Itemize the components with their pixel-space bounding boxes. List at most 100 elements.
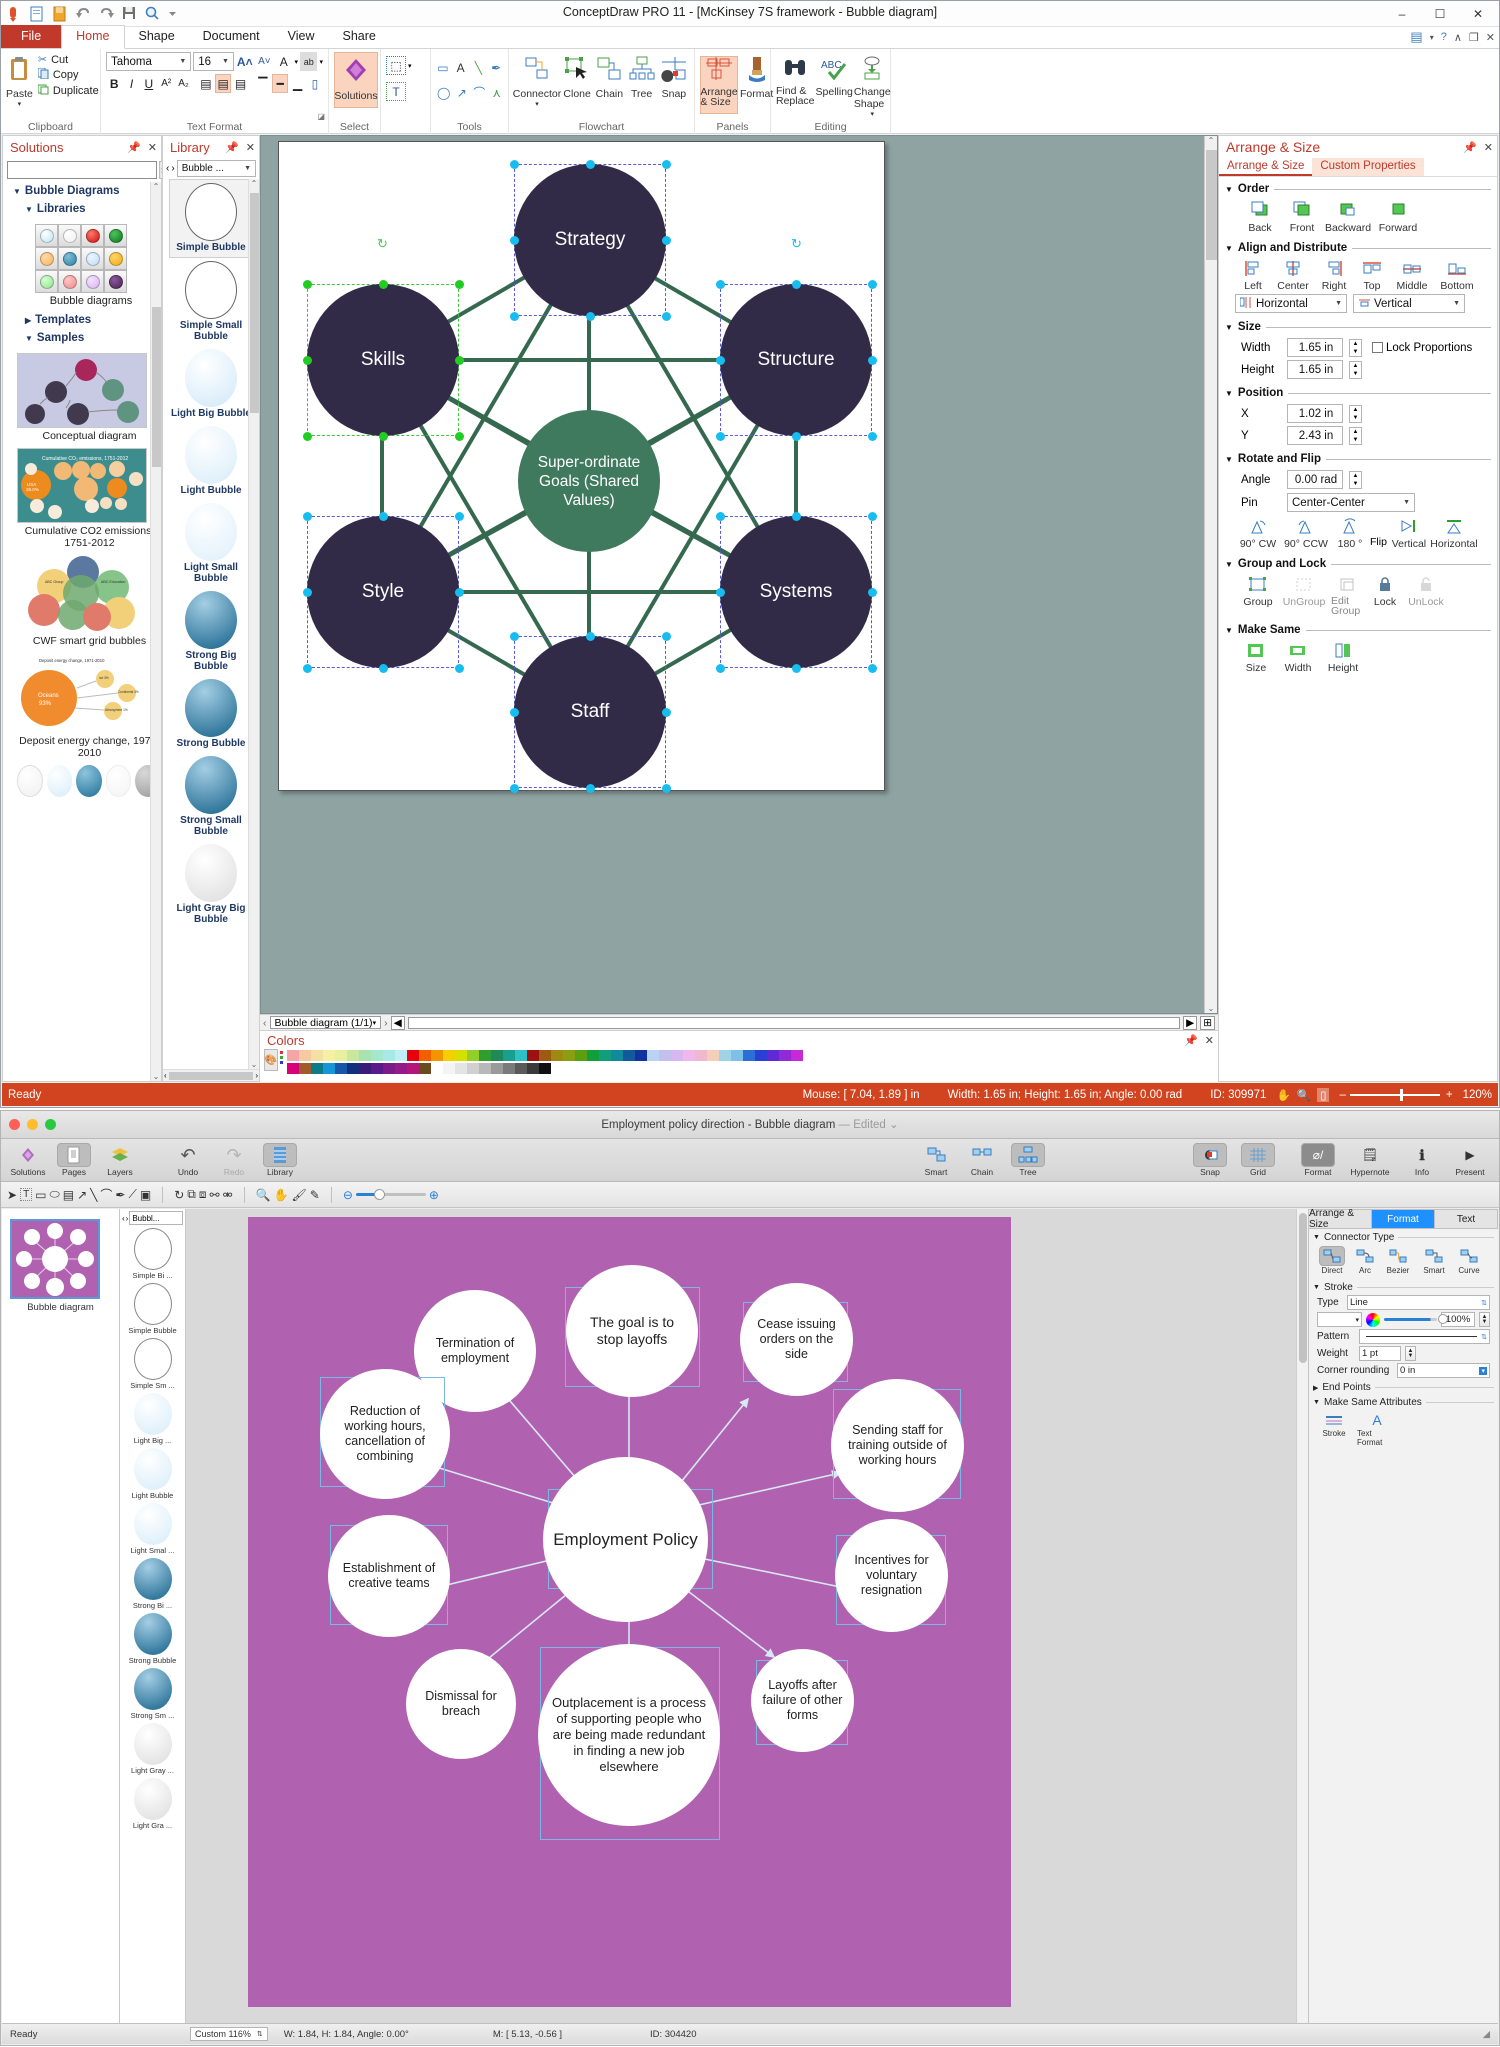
color-swatch[interactable] <box>623 1050 635 1061</box>
rotate-90cw-button[interactable]: 90° CW <box>1237 518 1279 550</box>
color-swatch[interactable] <box>755 1050 767 1061</box>
pin-icon[interactable]: 📌 <box>225 141 239 154</box>
close-button[interactable]: ✕ <box>1459 1 1497 27</box>
paste-button[interactable]: Paste ▾ <box>6 52 33 108</box>
disconnect-tool-icon[interactable]: ⚮ <box>223 1188 233 1202</box>
toolbar-smart[interactable]: Smart <box>913 1143 959 1177</box>
x-input[interactable]: 1.02 in <box>1287 404 1343 423</box>
chevron-down-icon[interactable]: ▾ <box>373 1019 377 1027</box>
align-right-icon[interactable]: ▤ <box>232 74 248 93</box>
solutions-scrollbar[interactable]: ⌃ ⌄ <box>150 182 161 1081</box>
resize-handle[interactable] <box>868 588 877 597</box>
section-header-align[interactable]: ▼ Align and Distribute <box>1225 242 1491 254</box>
connector-direct-button[interactable]: Direct <box>1315 1246 1349 1275</box>
rotate-handle-skills[interactable]: ↻ <box>377 236 388 252</box>
color-swatch[interactable] <box>431 1063 443 1074</box>
resize-handle[interactable] <box>586 632 595 641</box>
x-stepper[interactable]: ▲ ▼ <box>1349 404 1362 423</box>
mac-canvas-scrollbar[interactable] <box>1296 1209 1308 2023</box>
swatch-cell[interactable] <box>58 224 81 247</box>
zoom-slider[interactable] <box>355 1189 426 1200</box>
chevron-down-icon[interactable]: ▼ <box>220 58 231 65</box>
color-swatch[interactable] <box>395 1050 407 1061</box>
close-icon[interactable]: ✕ <box>148 141 157 154</box>
edit-group-button[interactable]: Edit Group <box>1331 576 1365 616</box>
align-left-icon[interactable]: ▤ <box>198 74 214 93</box>
page-thumbnail-item[interactable]: Bubble diagram <box>2 1209 119 1323</box>
make-same-width-button[interactable]: Width <box>1279 642 1317 674</box>
toolbar-snap[interactable]: Snap <box>1187 1143 1233 1177</box>
sample-cwf-smart-grid[interactable]: ABC Group ABC Education CWF smart grid b… <box>17 555 153 647</box>
group-button[interactable]: Group <box>1239 576 1277 608</box>
diagram-node-style[interactable]: Style <box>307 516 459 668</box>
scroll-left-icon[interactable]: ‹ <box>164 1071 167 1080</box>
tree-item-templates[interactable]: ▶ Templates <box>3 311 161 329</box>
order-buttons[interactable]: Back Front Backward Forward <box>1225 197 1491 240</box>
lock-button[interactable]: Lock <box>1369 576 1401 608</box>
next-icon[interactable]: › <box>126 1214 129 1223</box>
library-item-light-small-bubble[interactable]: Light Small Bubble <box>169 500 253 588</box>
color-swatch[interactable] <box>575 1050 587 1061</box>
stroke-color-select[interactable]: ▾ <box>1317 1312 1362 1327</box>
library-selector[interactable]: Bubble ... ▼ <box>176 160 256 177</box>
tab-custom-properties[interactable]: Custom Properties <box>1312 158 1424 176</box>
close-icon[interactable]: ✕ <box>1484 141 1493 154</box>
shrink-font-icon[interactable]: A˅ <box>256 52 273 71</box>
ellipse-tool-icon[interactable]: ⬭ <box>50 1187 60 1202</box>
library-item-strong-small-bubble[interactable]: Strong Small Bubble <box>169 753 253 841</box>
swatch-cell[interactable] <box>58 247 81 270</box>
resize-handle[interactable] <box>662 708 671 717</box>
resize-handle[interactable] <box>868 432 877 441</box>
library-item-light-bubble[interactable]: Light Bubble <box>169 423 253 500</box>
section-stroke[interactable]: ▼ Stroke <box>1309 1279 1498 1294</box>
text-format-dialog-launcher[interactable]: ◪ <box>317 112 325 121</box>
mac-node-creative-teams[interactable]: Establishment of creative teams <box>328 1515 450 1637</box>
color-swatch[interactable] <box>359 1063 371 1074</box>
resize-handle[interactable] <box>510 708 519 717</box>
diagram-node-strategy[interactable]: Strategy <box>514 164 666 316</box>
color-swatch[interactable] <box>599 1050 611 1061</box>
color-swatch[interactable] <box>395 1063 407 1074</box>
opacity-slider[interactable] <box>1384 1314 1448 1324</box>
diagram-node-staff[interactable]: Staff <box>514 636 666 788</box>
resize-handle[interactable] <box>792 280 801 289</box>
library-item-simple-bubble[interactable]: Simple Bubble <box>169 179 253 258</box>
color-swatch[interactable] <box>323 1050 335 1061</box>
library-item-strong-big-bubble[interactable]: Strong Big Bubble <box>169 588 253 676</box>
toolbar-pages[interactable]: Pages <box>51 1143 97 1177</box>
section-header-order[interactable]: ▼ Order <box>1225 183 1491 195</box>
resize-handle[interactable] <box>792 432 801 441</box>
font-size-combo[interactable]: 16 ▼ <box>193 52 234 71</box>
color-swatch[interactable] <box>767 1050 779 1061</box>
section-header-position[interactable]: ▼ Position <box>1225 387 1491 399</box>
mac-canvas[interactable]: Employment Policy The goal is to stop la… <box>186 1209 1308 2023</box>
color-swatch[interactable] <box>467 1050 479 1061</box>
color-swatch[interactable] <box>503 1063 515 1074</box>
resize-handle[interactable] <box>455 432 464 441</box>
resize-handle[interactable] <box>716 664 725 673</box>
resize-handle[interactable] <box>303 588 312 597</box>
tab-arrange-size[interactable]: Arrange & Size <box>1219 158 1313 176</box>
spelling-button[interactable]: ABC Spelling <box>816 56 853 118</box>
close-icon[interactable]: ✕ <box>246 141 255 154</box>
color-swatch[interactable] <box>743 1050 755 1061</box>
resize-handle[interactable] <box>379 280 388 289</box>
copy-button[interactable]: Copy <box>35 67 102 83</box>
stamp-tool-icon[interactable]: ▣ <box>140 1188 151 1202</box>
resize-handle[interactable] <box>455 588 464 597</box>
color-swatch[interactable] <box>287 1050 299 1061</box>
color-wheel-icon[interactable] <box>1366 1312 1380 1327</box>
rotate-180-button[interactable]: 180 ° <box>1333 518 1367 550</box>
ribbon-right-controls[interactable]: ▤ ▾ ? ∧ ❐ ✕ <box>1410 29 1495 45</box>
resize-handle[interactable] <box>716 588 725 597</box>
align-middle-button[interactable]: Middle <box>1391 260 1433 292</box>
resize-handle[interactable] <box>868 512 877 521</box>
select-pointer-icon[interactable]: ⬚ <box>386 56 406 75</box>
ungroup-button[interactable]: UnGroup <box>1281 576 1327 608</box>
document-page[interactable]: Super-ordinate Goals (Shared Values) Str… <box>278 141 885 793</box>
rect-tool-icon[interactable]: ▭ <box>35 1188 46 1202</box>
scroll-right-icon[interactable]: › <box>255 1071 258 1080</box>
diagram-node-structure[interactable]: Structure <box>720 284 872 436</box>
resize-handle[interactable] <box>868 356 877 365</box>
color-swatch[interactable] <box>731 1050 743 1061</box>
